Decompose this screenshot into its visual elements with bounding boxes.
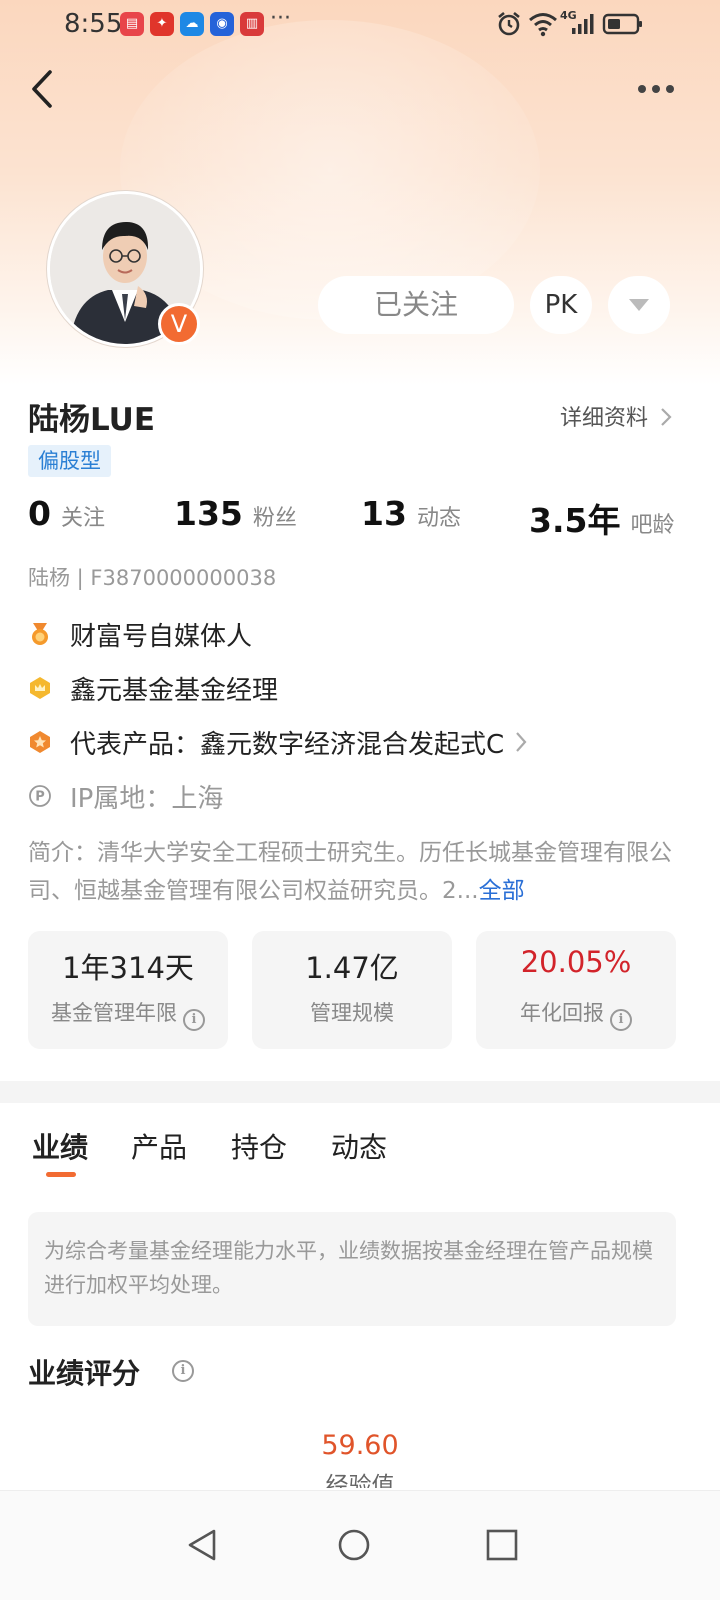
metric-card-scale: 1.47亿 管理规模 [252, 931, 452, 1049]
metric-card-tenure: 1年314天 基金管理年限 i [28, 931, 228, 1049]
signal-icon [572, 14, 594, 34]
intro-body: 简介：清华大学安全工程硕士研究生。历任长城基金管理有限公司、恒越基金管理有限公司… [28, 840, 672, 904]
info-row-manager: 鑫元基金基金经理 [28, 670, 278, 706]
chevron-right-icon [516, 732, 527, 752]
stat-label: 吧龄 [630, 513, 675, 538]
user-id-line: 陆杨 | F3870000000038 [28, 566, 277, 590]
stat-value: 135 [174, 494, 243, 533]
nav-back-icon[interactable] [184, 1527, 220, 1563]
stat-value: 3.5年 [529, 501, 621, 540]
book-app-icon: ▥ [240, 12, 264, 36]
stat-following[interactable]: 0 关注 [28, 494, 105, 544]
status-bar: 8:55 ▤ ✦ ☁ ◉ ▥ ··· 4G [0, 0, 720, 48]
star-badge-icon [30, 731, 50, 753]
info-icon[interactable]: i [610, 1009, 632, 1031]
system-nav-bar [0, 1490, 720, 1600]
caret-down-icon [629, 299, 649, 311]
metric-label: 管理规模 [310, 1001, 394, 1025]
active-tab-indicator [46, 1172, 76, 1177]
shopping-app-icon: ▤ [120, 12, 144, 36]
metric-label-wrap: 年化回报 i [476, 997, 676, 1031]
stat-value: 13 [361, 494, 407, 533]
wifi-icon [529, 13, 557, 37]
weather-app-icon: ☁ [180, 12, 204, 36]
medal-icon [32, 623, 48, 645]
bulb-app-icon: ◉ [210, 12, 234, 36]
score-label: 经验值 [325, 1473, 395, 1488]
metric-label: 基金管理年限 [51, 1001, 177, 1025]
gift-app-icon: ✦ [150, 12, 174, 36]
info-icon[interactable]: i [183, 1009, 205, 1031]
crown-badge-icon [30, 677, 50, 699]
back-arrow-icon[interactable] [22, 64, 66, 114]
metric-value: 1年314天 [62, 951, 194, 985]
performance-score: 59.60 [321, 1430, 399, 1461]
info-row-product[interactable]: 代表产品：鑫元数字经济混合发起式C [28, 724, 528, 760]
fund-type-tag: 偏股型 [28, 445, 111, 477]
metric-card-return: 20.05% 年化回报 i [476, 931, 676, 1049]
ip-location-icon: P [29, 785, 51, 807]
intro-text: 简介：清华大学安全工程硕士研究生。历任长城基金管理有限公司、恒越基金管理有限公司… [28, 834, 678, 910]
battery-icon [602, 13, 642, 35]
section-divider [0, 1081, 720, 1103]
info-row-ip: P IP属地：上海 [28, 778, 223, 814]
more-options-icon[interactable] [634, 74, 678, 104]
metric-label-wrap: 基金管理年限 i [28, 997, 228, 1031]
tab-posts[interactable]: 动态 [331, 1126, 387, 1166]
info-row-media: 财富号自媒体人 [28, 616, 252, 652]
info-icon[interactable]: i [172, 1360, 194, 1382]
stat-label: 动态 [416, 506, 461, 531]
info-text: 鑫元基金基金经理 [70, 675, 279, 706]
stat-value: 0 [28, 494, 51, 533]
info-text: IP属地：上海 [70, 783, 224, 814]
info-text: 财富号自媒体人 [70, 621, 253, 652]
intro-expand-link[interactable]: 全部 [479, 878, 525, 904]
metric-value: 20.05% [520, 945, 632, 979]
dropdown-button[interactable] [608, 276, 670, 334]
chevron-right-icon [661, 408, 672, 426]
metric-label: 年化回报 [520, 1001, 604, 1025]
stat-label: 粉丝 [252, 506, 297, 531]
svg-text:P: P [35, 790, 45, 805]
detail-info-link[interactable]: 详细资料 [560, 400, 673, 432]
stat-label: 关注 [60, 506, 105, 531]
detail-info-label: 详细资料 [560, 406, 649, 431]
status-time: 8:55 [64, 9, 123, 39]
profile-name: 陆杨LUE [28, 402, 155, 438]
verified-v-icon: V [158, 303, 200, 345]
stat-bar-age: 3.5年 吧龄 [529, 494, 674, 544]
section-title: 业绩评分 [28, 1357, 141, 1390]
tab-products[interactable]: 产品 [131, 1126, 187, 1166]
alarm-icon [498, 11, 520, 36]
more-notifications-icon: ··· [270, 6, 291, 31]
pk-button[interactable]: PK [530, 276, 592, 334]
metric-value: 1.47亿 [305, 951, 399, 985]
follow-button[interactable]: 已关注 [318, 276, 514, 334]
tab-performance[interactable]: 业绩 [32, 1126, 88, 1166]
stat-posts[interactable]: 13 动态 [361, 494, 461, 544]
nav-recents-icon[interactable] [484, 1527, 520, 1563]
tab-holdings[interactable]: 持仓 [231, 1126, 287, 1166]
weighting-notice: 为综合考量基金经理能力水平，业绩数据按基金经理在管产品规模进行加权平均处理。 [28, 1212, 676, 1326]
nav-home-icon[interactable] [336, 1527, 372, 1563]
info-text: 代表产品：鑫元数字经济混合发起式C [70, 729, 505, 760]
stat-fans[interactable]: 135 粉丝 [174, 494, 297, 544]
